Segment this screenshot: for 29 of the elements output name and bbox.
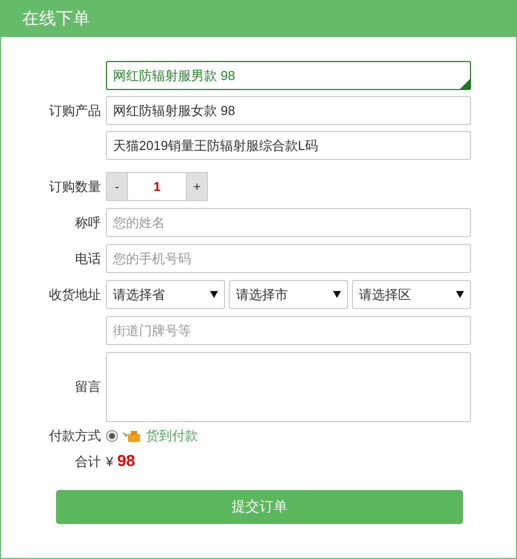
field-label: 订购数量 <box>48 178 101 196</box>
product-option[interactable]: 网红防辐射服男款 98 <box>106 61 471 90</box>
product-option[interactable]: 网红防辐射服女款 98 <box>106 96 471 125</box>
total-amount: 98 <box>117 452 136 472</box>
field-label: 收货地址 <box>48 286 101 304</box>
plus-button[interactable]: + <box>186 172 208 201</box>
caret-icon <box>210 291 218 298</box>
delivery-icon <box>122 428 142 443</box>
dropdown[interactable]: 请选择省 <box>106 280 225 309</box>
street-field[interactable]: 街道门牌号等 <box>106 316 471 345</box>
name-field[interactable]: 您的姓名 <box>106 208 471 237</box>
caret-icon <box>456 291 464 298</box>
field-label: 电话 <box>74 250 101 268</box>
field-label: 订购产品 <box>48 102 101 120</box>
currency-symbol: ¥ <box>106 452 114 471</box>
phone-field[interactable]: 您的手机号码 <box>106 244 471 273</box>
message-field[interactable] <box>106 352 471 422</box>
product-option[interactable]: 天猫2019销量王防辐射服综合款L码 <box>106 131 471 160</box>
caret-icon <box>333 291 341 298</box>
field-label: 留言 <box>74 378 101 396</box>
field-label: 称呼 <box>74 214 101 232</box>
payment-option-label: 货到付款 <box>146 427 198 445</box>
dropdown[interactable]: 请选择市 <box>229 280 348 309</box>
header-title: 在线下单 <box>1 0 516 37</box>
field-label: 合计 <box>74 452 101 471</box>
minus-button[interactable]: - <box>106 172 128 201</box>
radio-button[interactable] <box>106 430 118 442</box>
field-label: 付款方式 <box>48 427 101 445</box>
dropdown[interactable]: 请选择区 <box>352 280 471 309</box>
